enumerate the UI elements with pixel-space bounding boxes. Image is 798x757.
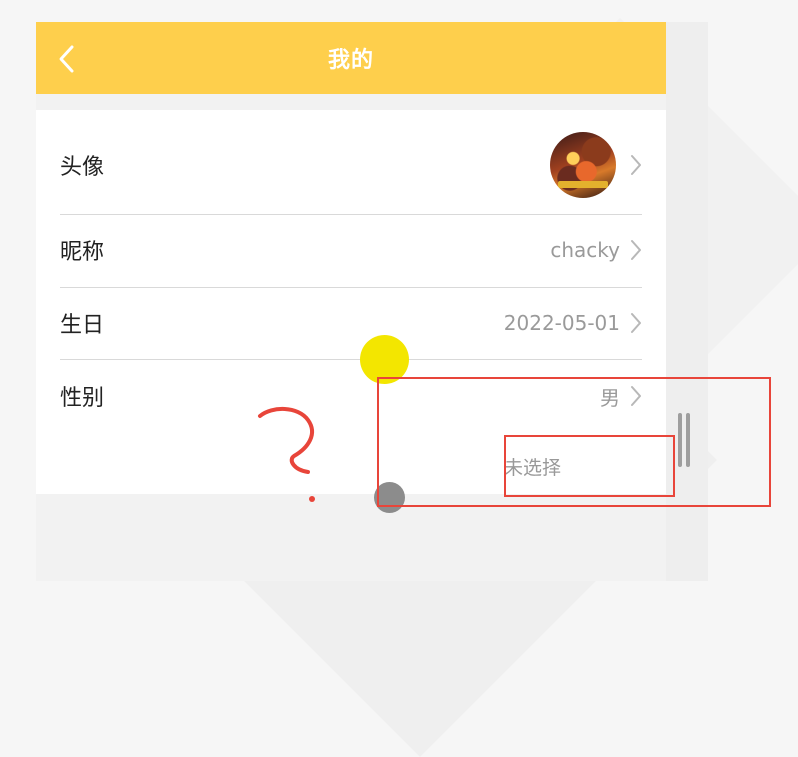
nickname-value: chacky [550,238,620,262]
page-title: 我的 [327,48,374,73]
divider [60,287,642,288]
chevron-right-icon [631,313,641,333]
annotation-box [504,435,675,497]
chevron-left-icon[interactable] [56,44,78,74]
row-avatar[interactable]: 头像 [60,130,642,200]
avatar[interactable] [550,132,616,198]
row-label: 昵称 [60,240,105,265]
chevron-right-icon [631,240,641,260]
chevron-right-icon [631,155,641,175]
birthday-value: 2022-05-01 [503,311,620,335]
row-label: 性别 [60,386,105,411]
app-header: 我的 [36,22,666,94]
question-mark-annotation [258,407,315,502]
row-label: 生日 [60,313,105,338]
divider [60,359,642,360]
divider [60,214,642,215]
row-birthday[interactable]: 生日 2022-05-01 [60,305,642,341]
row-nickname[interactable]: 昵称 chacky [60,232,642,268]
row-label: 头像 [60,155,105,180]
